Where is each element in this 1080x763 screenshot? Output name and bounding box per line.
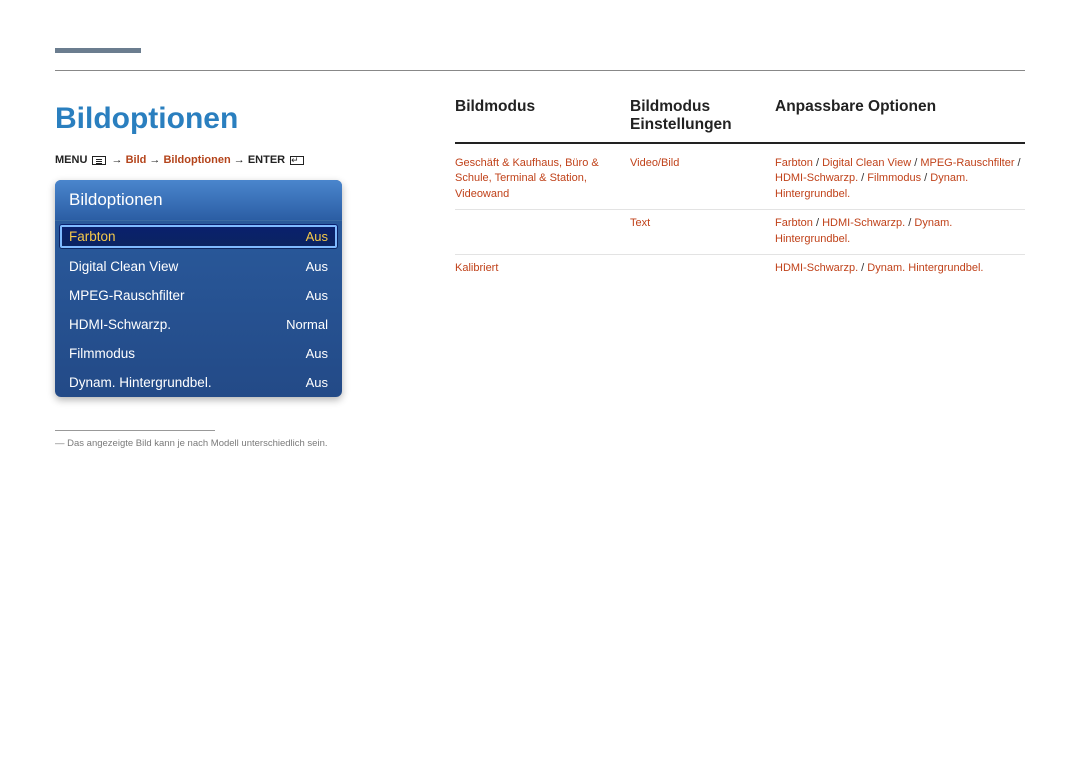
osd-row[interactable]: MPEG-Rauschfilter Aus: [55, 281, 342, 310]
osd-row-value: Aus: [306, 229, 328, 244]
options-table: Bildmodus Bildmodus Einstellungen Anpass…: [455, 98, 1025, 283]
table-body: Geschäft & Kaufhaus, Büro & Schule, Term…: [455, 150, 1025, 284]
osd-row-label: Filmmodus: [69, 346, 135, 361]
osd-row[interactable]: Farbton Aus: [59, 224, 338, 249]
table-header-c1: Bildmodus: [455, 98, 630, 134]
page-tab-marker: [55, 48, 141, 53]
osd-row-value: Aus: [306, 375, 328, 390]
osd-row-label: Dynam. Hintergrundbel.: [69, 375, 212, 390]
table-header-c2: Bildmodus Einstellungen: [630, 98, 775, 134]
enter-icon: [290, 156, 304, 165]
osd-row[interactable]: HDMI-Schwarzp. Normal: [55, 310, 342, 339]
table-rule: [455, 142, 1025, 144]
breadcrumb-seg2: Bildoptionen: [163, 154, 230, 166]
osd-row-label: Farbton: [69, 229, 116, 244]
table-header-c3: Anpassbare Optionen: [775, 98, 1025, 134]
osd-row-label: MPEG-Rauschfilter: [69, 288, 185, 303]
section-title: Bildoptionen: [55, 102, 238, 136]
table-cell-optionen: HDMI-Schwarzp. / Dynam. Hintergrundbel.: [775, 261, 1025, 277]
osd-row-value: Aus: [306, 288, 328, 303]
table-cell-einstellungen: Video/Bild: [630, 156, 775, 204]
table-cell-einstellungen: [630, 261, 775, 277]
osd-rows: FarbtonAusDigital Clean ViewAusMPEG-Raus…: [55, 224, 342, 397]
arrow-icon: →: [234, 154, 248, 166]
table-cell-optionen: Farbton / HDMI-Schwarzp. / Dynam. Hinter…: [775, 216, 1025, 248]
osd-header: Bildoptionen: [55, 180, 342, 221]
osd-row-label: Digital Clean View: [69, 259, 178, 274]
table-header-row: Bildmodus Bildmodus Einstellungen Anpass…: [455, 98, 1025, 142]
footnote-rule: [55, 430, 215, 431]
breadcrumb: MENU → Bild → Bildoptionen → ENTER: [55, 154, 306, 166]
osd-row[interactable]: Digital Clean View Aus: [55, 252, 342, 281]
osd-row-label: HDMI-Schwarzp.: [69, 317, 171, 332]
table-cell-optionen: Farbton / Digital Clean View / MPEG-Raus…: [775, 156, 1025, 204]
table-row: TextFarbton / HDMI-Schwarzp. / Dynam. Hi…: [455, 209, 1025, 254]
osd-row[interactable]: Filmmodus Aus: [55, 339, 342, 368]
top-rule: [55, 70, 1025, 71]
osd-row-value: Aus: [306, 259, 328, 274]
table-cell-bildmodus: Kalibriert: [455, 261, 630, 277]
osd-row[interactable]: Dynam. Hintergrundbel. Aus: [55, 368, 342, 397]
table-cell-bildmodus: [455, 216, 630, 248]
table-row: Geschäft & Kaufhaus, Büro & Schule, Term…: [455, 150, 1025, 210]
breadcrumb-seg1: Bild: [126, 154, 147, 166]
footnote: ― Das angezeigte Bild kann je nach Model…: [55, 438, 328, 449]
menu-icon: [92, 156, 106, 165]
osd-row-value: Aus: [306, 346, 328, 361]
breadcrumb-enter: ENTER: [248, 154, 285, 166]
table-cell-bildmodus: Geschäft & Kaufhaus, Büro & Schule, Term…: [455, 156, 630, 204]
table-row: Kalibriert HDMI-Schwarzp. / Dynam. Hinter…: [455, 254, 1025, 283]
table-cell-einstellungen: Text: [630, 216, 775, 248]
arrow-icon: →: [149, 154, 163, 166]
arrow-icon: →: [112, 154, 126, 166]
osd-panel: Bildoptionen FarbtonAusDigital Clean Vie…: [55, 180, 342, 397]
osd-row-value: Normal: [286, 317, 328, 332]
breadcrumb-menu: MENU: [55, 154, 87, 166]
